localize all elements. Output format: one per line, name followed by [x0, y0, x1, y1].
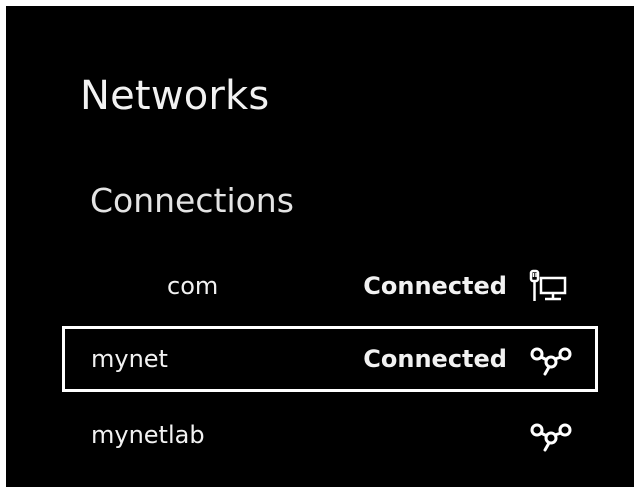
networks-screen: Networks Connections com Connected mynet…: [6, 6, 634, 487]
ethernet-icon: [527, 269, 575, 305]
connection-row-mynet[interactable]: mynet Connected: [62, 326, 598, 392]
connection-status: Connected: [363, 345, 507, 373]
page-title: Networks: [80, 73, 270, 119]
connection-name: com: [167, 272, 219, 300]
section-title-connections: Connections: [90, 181, 294, 220]
connection-name: mynet: [91, 345, 168, 373]
vpn-link-icon: [527, 342, 575, 378]
vpn-link-icon: [527, 418, 575, 454]
connection-row-mynetlab[interactable]: mynetlab: [62, 402, 598, 468]
connection-status: Connected: [363, 272, 507, 300]
connection-name: mynetlab: [91, 421, 205, 449]
connection-row-com[interactable]: com Connected: [62, 253, 598, 319]
